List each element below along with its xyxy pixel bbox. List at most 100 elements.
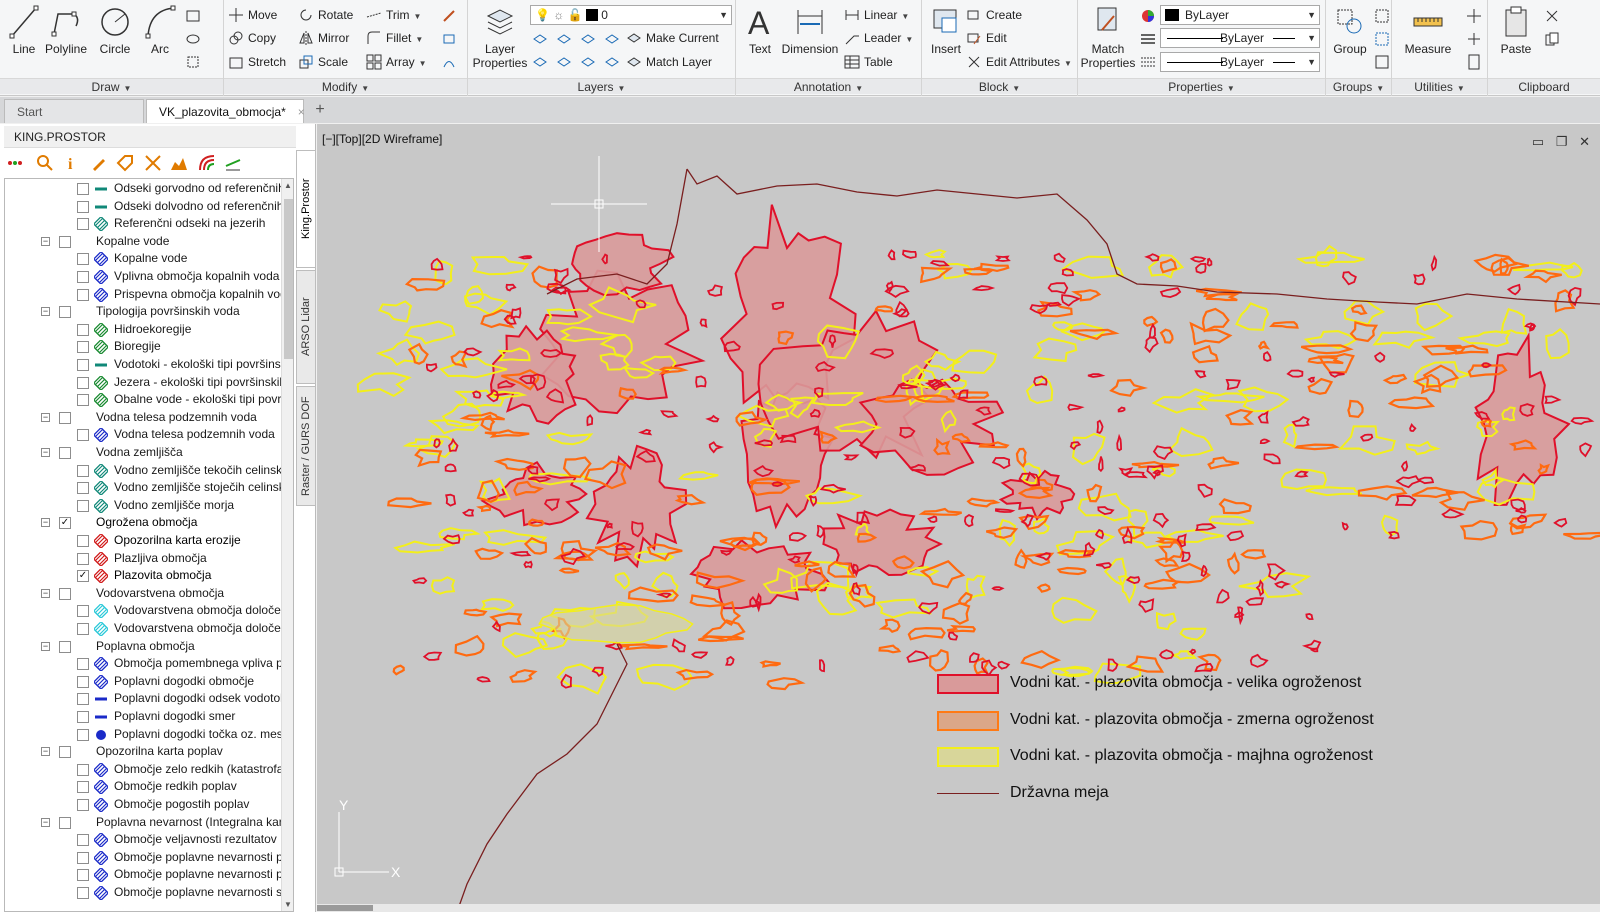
create-block-button[interactable]: Create [966, 5, 1022, 25]
tree-row[interactable]: − Opozorilna karta poplav [5, 743, 293, 761]
erase-icon[interactable] [441, 8, 457, 24]
tree-row[interactable]: Območje poplavne nevarnosti p [5, 866, 293, 884]
line-button[interactable]: Line [0, 4, 48, 66]
tree-row[interactable]: Hidroekoregije [5, 321, 293, 339]
layer-checkbox[interactable] [59, 447, 71, 459]
tree-row[interactable]: Poplavni dogodki območje [5, 673, 293, 691]
point-icon[interactable] [1466, 31, 1482, 47]
layer-checkbox[interactable] [77, 323, 89, 336]
tree-row[interactable]: Opozorilna karta erozije [5, 532, 293, 550]
tree-row[interactable]: Obalne vode - ekološki tipi površinskih [5, 391, 293, 409]
cut-icon[interactable] [1544, 8, 1560, 24]
layer-checkbox[interactable] [59, 306, 71, 319]
tree-row[interactable]: Poplavni dogodki točka oz. mesto [5, 726, 293, 744]
layer-tool-7-icon[interactable] [580, 54, 596, 70]
layer-checkbox[interactable] [77, 675, 89, 688]
polyline-button[interactable]: Polyline [42, 4, 90, 66]
color-select[interactable]: ByLayer ▼ [1160, 5, 1320, 25]
tree-row[interactable]: Vodovarstvena območja določena [5, 620, 293, 638]
tree-row[interactable]: − Vodna zemljišča [5, 444, 293, 462]
layer-checkbox[interactable] [77, 728, 89, 741]
tree-row[interactable]: Vodna telesa podzemnih voda [5, 426, 293, 444]
edit-block-button[interactable]: Edit [966, 28, 1007, 48]
explode-icon[interactable] [441, 31, 457, 47]
layer-tool-6-icon[interactable] [556, 54, 572, 70]
linetype-select[interactable]: ByLayer ▼ [1160, 28, 1320, 48]
collapse-toggle[interactable]: − [41, 747, 50, 757]
pencil-icon[interactable] [90, 154, 108, 172]
tree-row[interactable]: Odseki gorvodno od referenčnih [5, 180, 293, 198]
layer-checkbox[interactable] [77, 341, 89, 354]
tree-row[interactable]: Plazljiva območja [5, 550, 293, 568]
underline-icon[interactable] [224, 154, 242, 172]
current-layer-select[interactable]: 💡 ☼ 🔓 0 ▼ [530, 5, 732, 25]
match-layer-button[interactable]: Match Layer [626, 52, 712, 72]
layers-panel-title[interactable]: Layers ▼ [468, 78, 735, 94]
layer-checkbox[interactable] [77, 200, 89, 213]
copy-clip-icon[interactable] [1544, 31, 1560, 47]
insert-button[interactable]: Insert [922, 4, 970, 66]
scroll-down-icon[interactable]: ▼ [284, 900, 292, 909]
tree-row[interactable]: − Vodna telesa podzemnih voda [5, 409, 293, 427]
layer-checkbox[interactable] [59, 816, 71, 829]
scale-button[interactable]: Scale [298, 52, 348, 72]
tree-row[interactable]: Območja pomembnega vpliva poplav [5, 655, 293, 673]
layer-checkbox[interactable] [59, 640, 71, 653]
annotation-panel-title[interactable]: Annotation ▼ [736, 78, 921, 94]
lineweight-icon[interactable] [1140, 54, 1156, 70]
canvas-scroll-thumb[interactable] [317, 905, 373, 911]
hatch-icon[interactable] [185, 31, 201, 47]
draw-panel-title[interactable]: Draw ▼ [0, 78, 223, 94]
tree-row[interactable]: Območje poplavne nevarnosti p [5, 849, 293, 867]
move-button[interactable]: Move [228, 5, 277, 25]
cross-lines-icon[interactable] [144, 154, 162, 172]
collapse-toggle[interactable]: − [41, 588, 50, 598]
add-tab-button[interactable]: + [310, 101, 330, 121]
collapse-toggle[interactable]: − [41, 448, 50, 457]
collapse-toggle[interactable]: − [41, 307, 50, 317]
arc-button[interactable]: Arc [136, 4, 184, 66]
layer-checkbox[interactable] [77, 271, 89, 283]
layer-checkbox[interactable] [77, 288, 89, 301]
side-tab-raster-gurs-dof[interactable]: Raster / GURS DOF [296, 386, 316, 506]
offset-icon[interactable] [441, 54, 457, 70]
collapse-toggle[interactable]: − [41, 412, 50, 422]
tree-row[interactable]: − Poplavna nevarnost (Integralna karta) [5, 814, 293, 832]
fillet-button[interactable]: Fillet ▼ [366, 28, 423, 48]
side-tab-arso-lidar[interactable]: ARSO Lidar [296, 270, 316, 384]
match-properties-button[interactable]: Match Properties [1080, 4, 1136, 70]
search-icon[interactable] [36, 154, 54, 172]
groups-panel-title[interactable]: Groups ▼ [1326, 78, 1391, 94]
tree-row[interactable]: Referenčni odseki na jezerih [5, 215, 293, 233]
linetype-icon[interactable] [1140, 31, 1156, 47]
calculator-icon[interactable] [1466, 54, 1482, 70]
rectangle-icon[interactable] [185, 8, 201, 24]
side-tab-king-prostor[interactable]: King.Prostor [296, 150, 316, 268]
layer-properties-button[interactable]: Layer Properties [472, 4, 528, 70]
tree-row[interactable]: Vplivna območja kopalnih voda [5, 268, 293, 286]
text-button[interactable]: A Text [736, 4, 784, 66]
tree-row[interactable]: − ✓ Ogrožena območja [5, 514, 293, 532]
tree-row[interactable]: Vodno zemljišče stoječih celinskih [5, 479, 293, 497]
collapse-toggle[interactable]: − [41, 641, 50, 651]
tree-row[interactable]: Območje pogostih poplav [5, 796, 293, 814]
lineweight-select[interactable]: ByLayer ▼ [1160, 52, 1320, 72]
layer-tool-8-icon[interactable] [604, 54, 620, 70]
layer-checkbox[interactable]: ✓ [59, 517, 71, 530]
group-select-icon[interactable] [1374, 54, 1390, 70]
layer-tool-3-icon[interactable] [580, 31, 596, 47]
layer-checkbox[interactable]: ✓ [77, 570, 89, 583]
layer-checkbox[interactable] [77, 359, 89, 371]
layer-checkbox[interactable] [77, 535, 89, 547]
info-icon[interactable]: i [62, 154, 80, 172]
layer-checkbox[interactable] [77, 218, 89, 231]
tree-row[interactable]: Odseki dolvodno od referenčnih [5, 198, 293, 216]
layer-checkbox[interactable] [77, 781, 89, 794]
tree-row[interactable]: Območje redkih poplav [5, 778, 293, 796]
layer-checkbox[interactable] [77, 464, 89, 477]
tree-row[interactable]: Poplavni dogodki smer [5, 708, 293, 726]
modify-panel-title[interactable]: Modify ▼ [224, 78, 467, 94]
copy-button[interactable]: Copy [228, 28, 276, 48]
layer-tool-4-icon[interactable] [604, 31, 620, 47]
make-current-button[interactable]: Make Current [626, 28, 719, 48]
